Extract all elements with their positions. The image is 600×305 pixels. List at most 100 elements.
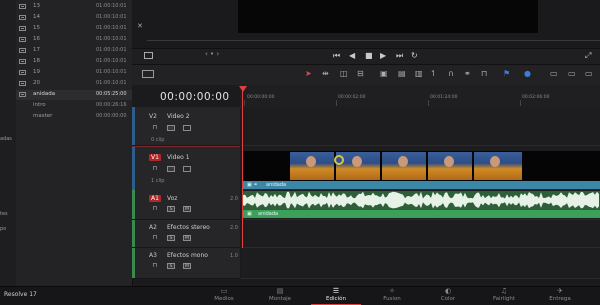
lock-icon[interactable]: ⊓ [151, 235, 159, 241]
stop-icon[interactable]: ■ [365, 51, 373, 60]
zoom-detail-icon[interactable]: ▭ [568, 69, 576, 78]
page-color[interactable]: ◐ Color [423, 286, 473, 304]
lock-icon[interactable]: ⊓ [151, 206, 159, 212]
track-clip-count: 0 clip [151, 137, 165, 143]
fullscreen-icon[interactable]: ⤢ [585, 51, 591, 61]
track-id[interactable]: V1 [149, 154, 161, 161]
audio-waveform [243, 191, 599, 209]
lock-icon[interactable]: ⊓ [151, 166, 159, 172]
selection-tool-icon[interactable]: ➤ [305, 69, 312, 78]
playhead-handle[interactable] [239, 86, 247, 92]
track-name[interactable]: Video 1 [167, 154, 190, 161]
track-lane-v2[interactable] [241, 107, 600, 146]
thumbnail-face [490, 156, 500, 167]
track-name[interactable]: Efectos mono [167, 252, 208, 259]
media-pool-item[interactable]: intro 00:00:26:16 [16, 101, 132, 111]
media-pool-item[interactable]: master 00:00:00:00 [16, 112, 132, 122]
mute-button[interactable]: M [183, 206, 191, 212]
clip-icon [19, 37, 26, 42]
loop-icon[interactable]: ↻ [411, 51, 418, 60]
dynamic-trim-icon[interactable]: ◫ [340, 69, 348, 78]
play-icon[interactable]: ▶ [380, 51, 386, 60]
page-fairlight[interactable]: ♫ Fairlight [479, 286, 529, 304]
track-header-a2: A2 Efectos stereo 2.0 ⊓ S M [132, 220, 240, 248]
media-pool-item[interactable]: 18 01:00:10:01 [16, 57, 132, 67]
page-cut[interactable]: ▤ Montaje [255, 286, 305, 304]
magnet-icon[interactable]: ∩ [448, 69, 454, 78]
app-name: Resolve 17 [4, 291, 37, 298]
track-visibility-icon[interactable] [183, 125, 191, 131]
overwrite-clip-icon[interactable]: ▤ [398, 69, 406, 78]
page-media[interactable]: ▭ Medios [199, 286, 249, 304]
timeline-view-options-icon[interactable] [142, 70, 154, 78]
track-name[interactable]: Efectos stereo [167, 224, 210, 231]
flag-icon[interactable]: ⚑ [503, 69, 510, 78]
clip-name: anidada [258, 211, 279, 217]
zoom-custom-icon[interactable]: ▭ [585, 69, 593, 78]
step-back-icon[interactable]: ◀ [349, 51, 355, 60]
auto-select-icon[interactable] [167, 166, 175, 172]
page-label: Fusion [383, 296, 401, 302]
go-to-end-icon[interactable]: ⏭ [396, 51, 403, 61]
media-pool-item[interactable]: 15 01:00:10:01 [16, 24, 132, 34]
audio-clip-label[interactable]: ▣ anidada [243, 210, 600, 218]
auto-select-icon[interactable] [167, 125, 175, 131]
marker-icon[interactable]: ● [524, 69, 531, 78]
media-pool-item[interactable]: 14 01:00:10:01 [16, 13, 132, 23]
track-lane-a3[interactable] [241, 248, 600, 279]
media-pool-item[interactable]: 19 01:00:10:01 [16, 68, 132, 78]
playhead[interactable] [242, 86, 243, 248]
ruler-label: 00:00:00:00 [247, 95, 275, 100]
close-icon[interactable]: ✕ [137, 22, 143, 30]
timeline-timecode[interactable]: 00:00:00:00 [160, 91, 230, 103]
blade-tool-icon[interactable]: ⊟ [357, 69, 364, 78]
media-pool-item[interactable]: 16 01:00:10:01 [16, 35, 132, 45]
track-header-v2: V2 Video 2 ⊓ 0 clip [132, 107, 240, 146]
track-lane-a2[interactable] [241, 220, 600, 248]
solo-button[interactable]: S [167, 263, 175, 269]
page-fusion[interactable]: ✧ Fusion [367, 286, 417, 304]
left-panel-item[interactable]: po [0, 226, 6, 232]
ruler-tick [336, 100, 337, 106]
page-deliver[interactable]: ✈ Entrega [535, 286, 585, 304]
left-panel-item[interactable]: tes [0, 211, 8, 217]
solo-button[interactable]: S [167, 206, 175, 212]
page-label: Montaje [268, 296, 292, 302]
replace-clip-icon[interactable]: ▥ [415, 69, 423, 78]
track-color-bar [132, 220, 135, 247]
media-pool-item[interactable]: 20 01:00:10:01 [16, 79, 132, 89]
track-visibility-icon[interactable] [183, 166, 191, 172]
left-panel-item[interactable]: adas [0, 136, 12, 142]
lock-icon[interactable]: ⊓ [151, 125, 159, 131]
track-clip-count: 1 clip [151, 178, 165, 184]
track-name[interactable]: Voz [167, 195, 177, 202]
zoom-full-icon[interactable]: ▭ [550, 69, 558, 78]
left-panel: adas tes po [0, 0, 17, 286]
track-id[interactable]: A1 [149, 195, 161, 202]
media-pool-item[interactable]: 17 01:00:10:01 [16, 46, 132, 56]
media-pool-item[interactable]: anidada 00:05:25:00 [16, 90, 132, 100]
insert-clip-icon[interactable]: ▣ [380, 69, 388, 78]
viewer-mode-icon[interactable] [144, 52, 153, 59]
link-icon[interactable]: ⚭ [464, 69, 471, 78]
media-pool-item[interactable]: 13 01:00:10:01 [16, 2, 132, 12]
go-to-start-icon[interactable]: ⏮ [333, 51, 340, 61]
snapping-icon[interactable]: ↿ [430, 69, 437, 78]
solo-button[interactable]: S [167, 235, 175, 241]
clip-icon [19, 26, 26, 31]
page-edit[interactable]: ☰ Edición [311, 286, 361, 305]
thumbnail-face [352, 156, 362, 167]
track-name[interactable]: Video 2 [167, 113, 190, 120]
jog-dots-icon[interactable]: ‹ • › [205, 50, 219, 58]
mute-button[interactable]: M [183, 263, 191, 269]
trim-tool-icon[interactable]: ⇹ [322, 69, 329, 78]
mute-button[interactable]: M [183, 235, 191, 241]
video-clip-label[interactable]: ▣ ⚭ anidada [243, 181, 600, 189]
track-header-a3: A3 Efectos mono 1.0 ⊓ S M [132, 248, 240, 279]
viewer-scrubber[interactable] [147, 40, 600, 41]
audio-clip[interactable] [243, 191, 600, 210]
clip-icon [19, 4, 26, 9]
lock-icon[interactable]: ⊓ [481, 69, 487, 78]
lock-icon[interactable]: ⊓ [151, 263, 159, 269]
track-header-a1: A1 Voz 2.0 ⊓ S M [132, 190, 240, 220]
